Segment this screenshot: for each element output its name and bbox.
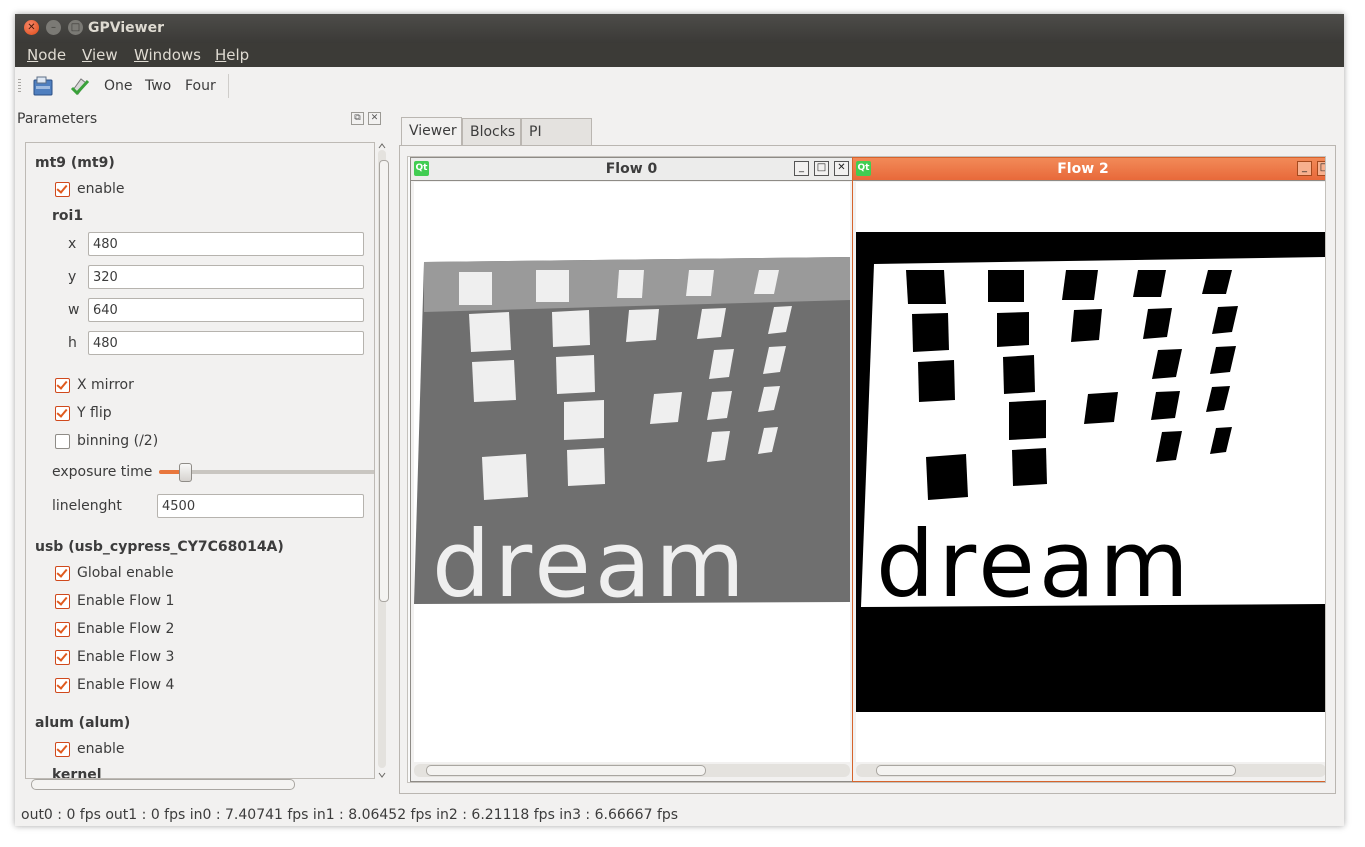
maximize-icon[interactable]: □	[814, 161, 829, 176]
flow-0-horizontal-scrollbar[interactable]	[414, 764, 850, 777]
checkbox-box[interactable]	[55, 566, 70, 581]
checkbox-label: Enable Flow 3	[77, 649, 175, 665]
roi-h-label: h	[68, 335, 77, 351]
scrollbar-track[interactable]	[378, 150, 389, 768]
roi-y-label: y	[68, 269, 77, 285]
roi-y-input[interactable]	[88, 265, 364, 289]
checkbox-box[interactable]	[55, 650, 70, 665]
toolbar-four-button[interactable]: Four	[185, 78, 216, 94]
maximize-icon[interactable]: □	[1317, 161, 1325, 176]
menu-node[interactable]: Node	[27, 46, 66, 64]
section-mt9: mt9 (mt9)	[35, 155, 115, 171]
app-window: ✕ – □ GPViewer Node View Windows Help On…	[15, 14, 1344, 826]
section-usb: usb (usb_cypress_CY7C68014A)	[35, 539, 284, 555]
checkbox-label: enable	[77, 741, 125, 757]
open-file-icon[interactable]	[32, 75, 54, 97]
toolbar-separator	[228, 74, 229, 98]
flow-0-image: dream	[414, 182, 850, 762]
scrollbar-thumb[interactable]	[876, 765, 1236, 776]
section-roi1: roi1	[52, 208, 84, 224]
slider-handle[interactable]	[179, 463, 193, 482]
flow-0-titlebar[interactable]: Qt Flow 0 _ □ ✕	[411, 158, 852, 181]
tab-pi-space[interactable]: PI space	[521, 118, 592, 167]
image-text: dream	[432, 511, 749, 618]
scrollbar-thumb[interactable]	[426, 765, 706, 776]
exposure-time-label: exposure time	[52, 464, 153, 480]
flow-0-window[interactable]: Qt Flow 0 _ □ ✕ dream	[410, 157, 853, 782]
parameters-dock-title: Parameters	[17, 111, 98, 127]
status-bar-text: out0 : 0 fps out1 : 0 fps in0 : 7.40741 …	[21, 807, 679, 823]
checkbox-box[interactable]	[55, 406, 70, 421]
dock-close-icon[interactable]: ✕	[368, 112, 381, 125]
flow-2-window[interactable]: Qt Flow 2 _ □	[852, 157, 1325, 782]
menu-help[interactable]: Help	[215, 46, 249, 64]
flow-2-titlebar[interactable]: Qt Flow 2 _ □	[853, 158, 1325, 181]
checkbox-box[interactable]	[55, 622, 70, 637]
close-icon[interactable]: ✕	[834, 161, 849, 176]
menu-view[interactable]: View	[82, 46, 118, 64]
roi-x-input[interactable]	[88, 232, 364, 256]
maximize-window-button[interactable]: □	[68, 20, 83, 35]
flow-2-image: dream	[856, 182, 1325, 762]
image-text: dream	[876, 511, 1193, 618]
flow-2-horizontal-scrollbar[interactable]	[856, 764, 1325, 777]
parameters-horizontal-scrollbar[interactable]	[25, 778, 373, 790]
camera-image-grayscale: dream	[414, 257, 850, 618]
toolbar: One Two Four	[15, 67, 1344, 105]
roi-h-input[interactable]	[88, 331, 364, 355]
checkbox-label: Global enable	[77, 565, 174, 581]
camera-image-binary: dream	[856, 232, 1325, 712]
toolbar-grip[interactable]	[18, 79, 21, 93]
toolbar-two-button[interactable]: Two	[145, 78, 171, 94]
checkbox-label: Enable Flow 2	[77, 621, 175, 637]
flow-2-title: Flow 2	[1057, 161, 1109, 177]
tab-blocks[interactable]: Blocks	[462, 118, 521, 145]
checkbox-label: Enable Flow 1	[77, 593, 175, 609]
parameters-vertical-scrollbar[interactable]	[376, 142, 389, 779]
menu-bar: Node View Windows Help	[15, 43, 1344, 67]
checkbox-label: X mirror	[77, 377, 134, 393]
checkbox-box[interactable]	[55, 678, 70, 693]
scrollbar-thumb[interactable]	[31, 779, 295, 790]
linelength-label: linelenght	[52, 498, 122, 514]
checkbox-label: binning (/2)	[77, 433, 159, 449]
clear-check-icon[interactable]	[69, 75, 91, 97]
roi-w-label: w	[68, 302, 80, 318]
close-window-button[interactable]: ✕	[24, 20, 39, 35]
dock-float-icon[interactable]: ⧉	[351, 112, 364, 125]
mdi-area: Qt Flow 0 _ □ ✕ dream Qt Flow 2 _ dream	[407, 156, 1326, 783]
toolbar-one-button[interactable]: One	[104, 78, 133, 94]
roi-x-label: x	[68, 236, 77, 252]
minimize-window-button[interactable]: –	[46, 20, 61, 35]
flow-0-title: Flow 0	[605, 161, 658, 177]
checkbox-label: Y flip	[77, 405, 112, 421]
checkbox-label: enable	[77, 181, 125, 197]
scrollbar-thumb[interactable]	[379, 160, 389, 602]
roi-w-input[interactable]	[88, 298, 364, 322]
checkbox-label: Enable Flow 4	[77, 677, 175, 693]
checkbox-box[interactable]	[55, 594, 70, 609]
section-alum: alum (alum)	[35, 715, 131, 731]
title-bar: ✕ – □ GPViewer	[15, 14, 1344, 43]
menu-windows[interactable]: Windows	[134, 46, 201, 64]
checkbox-box[interactable]	[55, 742, 70, 757]
tab-viewer[interactable]: Viewer	[401, 117, 462, 146]
window-title: GPViewer	[88, 20, 164, 36]
parameters-panel: mt9 (mt9) enable roi1 x y w h X mirror Y…	[25, 142, 375, 779]
checkbox-box[interactable]	[55, 182, 70, 197]
minimize-icon[interactable]: _	[1297, 161, 1312, 176]
minimize-icon[interactable]: _	[794, 161, 809, 176]
checkbox-box[interactable]	[55, 378, 70, 393]
checkbox-box[interactable]	[55, 434, 70, 449]
linelength-input[interactable]	[157, 494, 364, 518]
